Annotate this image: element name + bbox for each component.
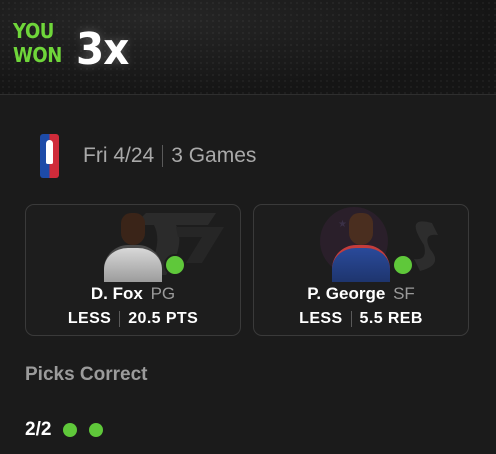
pick-stat: 20.5 PTS <box>128 310 199 327</box>
picks-correct-count: 2/2 <box>25 419 52 440</box>
game-date: Fri 4/24 <box>83 144 155 167</box>
nba-logo-icon <box>40 134 59 178</box>
divider <box>119 311 121 327</box>
player-name: P. George <box>307 284 386 303</box>
player-name: D. Fox <box>90 284 143 303</box>
player-info: D. Fox PG <box>26 284 240 304</box>
player-position: PG <box>150 284 176 303</box>
won-label: WON <box>13 43 62 67</box>
game-info: Fri 4/24 3 Games <box>40 134 256 178</box>
player-info: P. George SF <box>254 284 468 304</box>
player-headshot <box>332 211 390 282</box>
correct-pick-dot <box>63 423 78 437</box>
result-card: YOU WON 3x Fri 4/24 3 Games D. Fox PG LE… <box>0 0 496 454</box>
pick-stat: 5.5 REB <box>359 310 423 327</box>
banner-texture <box>0 0 496 94</box>
pick-direction: LESS <box>299 310 343 327</box>
picks-correct-title: Picks Correct <box>25 364 148 385</box>
player-position: SF <box>393 284 415 303</box>
divider <box>162 145 164 167</box>
hit-status-dot <box>392 254 414 276</box>
hit-status-dot <box>164 254 186 276</box>
you-won-label: YOU WON <box>13 19 67 67</box>
payout-multiplier: 3x <box>76 24 129 75</box>
pick-card-fox[interactable]: D. Fox PG LESS 20.5 PTS <box>25 204 241 336</box>
result-banner: YOU WON 3x <box>0 0 496 95</box>
pick-card-george[interactable]: ★ ★ ★ P. George SF LESS 5.5 REB <box>253 204 469 336</box>
picks-correct-summary: 2/2 <box>25 418 115 442</box>
game-count: 3 Games <box>171 144 257 167</box>
pick-direction: LESS <box>67 310 112 327</box>
you-label: YOU <box>13 19 54 43</box>
pick-line: LESS 5.5 REB <box>254 309 468 329</box>
correct-pick-dot <box>89 423 104 437</box>
player-headshot <box>104 211 162 282</box>
pick-line: LESS 20.5 PTS <box>26 309 240 329</box>
divider <box>350 311 352 327</box>
